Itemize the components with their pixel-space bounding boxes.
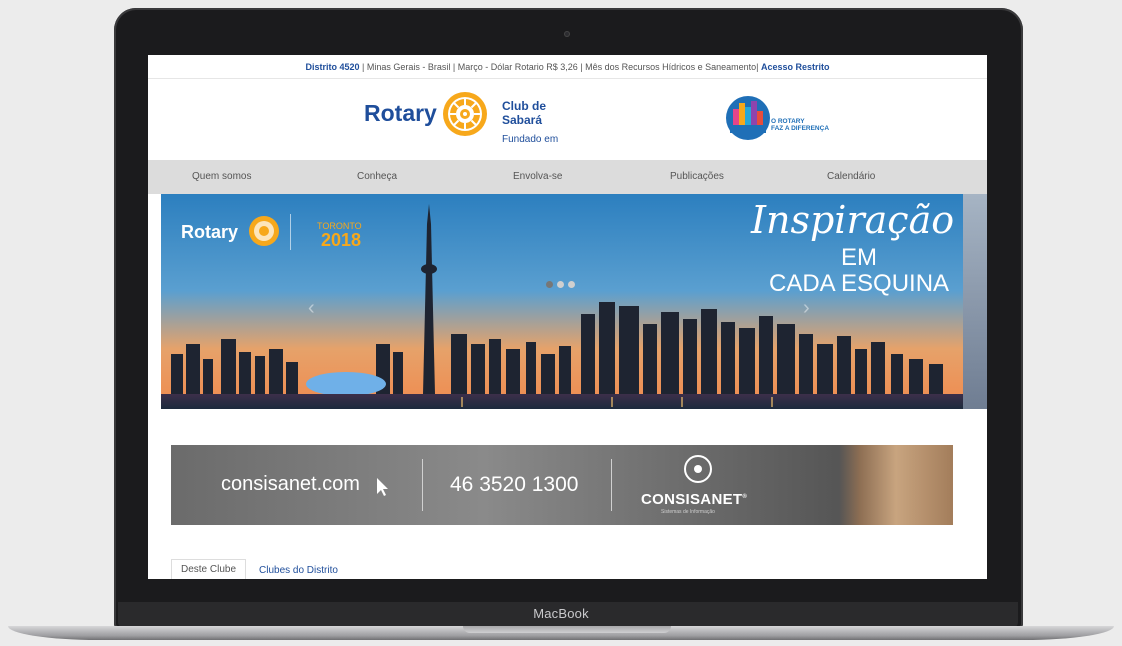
ad-phone-text: 46 3520 1300 [450, 473, 579, 496]
slide-headline-line2: EM [841, 244, 877, 271]
hero-slider: Rotary TORONTO 2018 Inspiração EM CADA E… [148, 194, 987, 409]
slide-rotary-wheel-icon [249, 216, 279, 246]
theme-text: O ROTARY FAZ A DIFERENÇA [771, 118, 830, 132]
slide-divider [290, 214, 291, 250]
cursor-icon [377, 478, 388, 496]
ad-brand-subtitle: Sistemas de Informação [661, 509, 715, 515]
founded-text: Fundado em [502, 134, 559, 145]
laptop-base-notch [463, 626, 671, 633]
rotary-logo-text[interactable]: Rotary [364, 100, 437, 127]
rotary-wheel-icon [443, 92, 487, 136]
info-text: | Minas Gerais - Brasil | Março - Dólar … [359, 62, 761, 72]
ad-photo-woman [839, 445, 953, 525]
consisanet-logo-icon [684, 455, 712, 483]
device-label: MacBook [533, 606, 589, 621]
nav-item-publicacoes[interactable]: Publicações [670, 171, 724, 182]
next-arrow-icon[interactable]: › [803, 297, 810, 320]
ad-banner[interactable]: consisanet.com 46 3520 1300 CONSISANET® … [171, 445, 953, 525]
slider-dot-1[interactable] [546, 281, 553, 288]
ad-brand-text: CONSISANET® [641, 491, 748, 508]
ad-site-text: consisanet.com [221, 473, 360, 495]
nav-item-envolva-se[interactable]: Envolva-se [513, 171, 562, 182]
site-header: Rotary Club de Sabará Fundado em O ROTAR… [148, 79, 987, 160]
restricted-access-link[interactable]: Acesso Restrito [761, 62, 830, 72]
nav-item-calendario[interactable]: Calendário [827, 171, 875, 182]
ad-separator [611, 459, 612, 511]
tab-clubes-do-distrito[interactable]: Clubes do Distrito [259, 565, 338, 576]
slide-headline-line3: CADA ESQUINA [769, 270, 950, 297]
camera-icon [564, 31, 570, 37]
slide-year-text: 2018 [321, 230, 362, 250]
slider-dot-2[interactable] [557, 281, 564, 288]
slide-rotary-text: Rotary [181, 222, 239, 242]
club-name[interactable]: Club de Sabará [502, 99, 546, 127]
main-nav: Quem somos Conheça Envolva-se Publicaçõe… [148, 160, 987, 194]
nav-item-quem-somos[interactable]: Quem somos [192, 171, 251, 182]
slider-dot-3[interactable] [568, 281, 575, 288]
nav-item-conheca[interactable]: Conheça [357, 171, 397, 182]
browser-screen: Distrito 4520 | Minas Gerais - Brasil | … [148, 55, 987, 579]
district-link[interactable]: Distrito 4520 [305, 62, 359, 72]
ad-separator [422, 459, 423, 511]
top-info-bar: Distrito 4520 | Minas Gerais - Brasil | … [148, 55, 987, 79]
rotary-theme-logo-icon [726, 96, 770, 140]
slide-headline-script: Inspiração [751, 198, 955, 242]
next-slide-peek [963, 194, 987, 409]
tab-deste-clube[interactable]: Deste Clube [171, 559, 247, 579]
slide-image: Rotary TORONTO 2018 Inspiração EM CADA E… [161, 194, 963, 409]
slider-dots [546, 281, 575, 288]
prev-arrow-icon[interactable]: ‹ [308, 297, 315, 320]
